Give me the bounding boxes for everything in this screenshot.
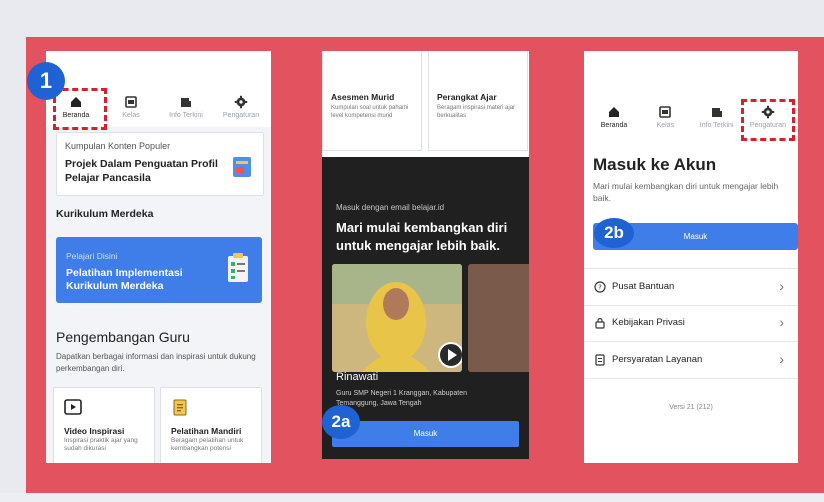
masuk-button[interactable]: Masuk xyxy=(332,421,519,447)
step-badge-2b: 2b xyxy=(594,218,634,248)
nav-pengaturan[interactable]: Pengaturan xyxy=(217,95,265,127)
news-icon xyxy=(711,108,722,117)
help-icon: ? xyxy=(594,281,606,293)
chevron-right-icon: › xyxy=(779,314,784,330)
pelatihan-title: Pelatihan Implementasi Kurikulum Merdeka xyxy=(66,267,183,292)
nav-beranda[interactable]: Beranda xyxy=(590,105,638,145)
popular-content-card[interactable]: Kumpulan Konten Populer Projek Dalam Pen… xyxy=(56,132,264,196)
video-inspirasi-card[interactable]: Video Inspirasi Inspirasi praktik ajar y… xyxy=(53,387,155,463)
login-description: Mari mulai kembangkan diri untuk mengaja… xyxy=(593,181,779,203)
card-title: Asesmen Murid xyxy=(331,92,395,102)
menu-pusat-bantuan[interactable]: ? Pusat Bantuan › xyxy=(584,268,798,306)
pelatihan-mandiri-card[interactable]: Pelatihan Mandiri Beragam pelatihan untu… xyxy=(160,387,262,463)
step-badge-2a: 2a xyxy=(322,405,360,439)
person-name: Rinawati xyxy=(336,371,379,383)
nav-kelas[interactable]: Kelas xyxy=(107,95,155,127)
menu-label: Persyaratan Layanan xyxy=(612,354,703,365)
person-description: Guru SMP Negeri 1 Kranggan, Kabupaten Te… xyxy=(336,390,468,407)
perangkat-ajar-card[interactable]: Perangkat Ajar Beragam inspirasi materi … xyxy=(428,51,528,151)
pengembangan-heading: Pengembangan Guru xyxy=(56,329,190,345)
canvas: Beranda Kelas Info Terkini Pengaturan Ku… xyxy=(0,0,824,502)
nav-label: Info Terkini xyxy=(699,122,734,129)
class-icon xyxy=(125,96,137,108)
book-icon xyxy=(233,157,251,177)
lock-icon xyxy=(595,317,605,329)
nav-label: Kelas xyxy=(656,122,675,129)
card-description: Beragam pelatihan untuk kembangkan poten… xyxy=(171,437,244,452)
nav-label: Pengaturan xyxy=(222,112,260,119)
nav-label: Info Terkini xyxy=(169,112,203,119)
nav-info-terkini[interactable]: Info Terkini xyxy=(693,105,741,145)
asesmen-card[interactable]: Asesmen Murid Kumpulan soal untuk pahami… xyxy=(322,51,422,151)
popular-title: Projek Dalam Penguatan Profil Pelajar Pa… xyxy=(65,158,218,184)
class-icon xyxy=(659,106,672,118)
hero-text: Mari mulai kembangkan diri untuk mengaja… xyxy=(336,220,508,253)
highlight-pengaturan xyxy=(741,99,795,141)
card-description: Beragam inspirasi materi ajar berkualita… xyxy=(437,105,516,119)
menu-label: Kebijakan Privasi xyxy=(612,317,685,328)
nav-label: Beranda xyxy=(600,122,628,129)
email-note: Masuk dengan email belajar.id xyxy=(336,203,445,212)
play-icon xyxy=(448,349,457,361)
teacher-photo[interactable] xyxy=(332,264,462,372)
kurikulum-heading: Kurikulum Merdeka xyxy=(56,208,154,220)
card-title: Perangkat Ajar xyxy=(437,92,497,102)
card-title: Pelatihan Mandiri xyxy=(171,426,242,436)
nav-info-terkini[interactable]: Info Terkini xyxy=(162,95,210,127)
card-title: Video Inspirasi xyxy=(64,426,125,436)
chevron-right-icon: › xyxy=(779,278,784,294)
news-icon xyxy=(181,98,191,107)
top-cards-area: Asesmen Murid Kumpulan soal untuk pahami… xyxy=(322,51,529,157)
bottom-strip xyxy=(0,493,824,502)
menu-kebijakan-privasi[interactable]: Kebijakan Privasi › xyxy=(584,305,798,342)
play-button[interactable] xyxy=(438,342,462,368)
step-badge-1: 1 xyxy=(27,62,65,100)
gear-icon xyxy=(234,95,248,109)
pelatihan-card[interactable]: Pelajari Disini Pelatihan Implementasi K… xyxy=(56,237,262,303)
second-photo[interactable] xyxy=(468,264,529,372)
nav-kelas[interactable]: Kelas xyxy=(641,105,689,145)
clipboard-icon xyxy=(228,253,248,282)
screen-login-promo: Asesmen Murid Kumpulan soal untuk pahami… xyxy=(322,51,529,459)
video-icon xyxy=(64,399,82,415)
pengembangan-description: Dapatkan berbagai informasi dan inspiras… xyxy=(56,352,256,373)
login-title: Masuk ke Akun xyxy=(593,155,717,174)
popular-subtitle: Kumpulan Konten Populer xyxy=(65,141,171,151)
svg-text:?: ? xyxy=(598,284,602,292)
document-icon xyxy=(595,354,605,366)
menu-persyaratan-layanan[interactable]: Persyaratan Layanan › xyxy=(584,342,798,379)
version-text: Versi 21 (212) xyxy=(669,404,713,411)
card-description: Inspirasi praktik ajar yang sudah dikura… xyxy=(64,437,138,452)
pelatihan-subtitle: Pelajari Disini xyxy=(66,251,118,261)
home-icon xyxy=(609,107,619,117)
highlight-beranda xyxy=(53,88,107,130)
button-label: Masuk xyxy=(413,429,438,438)
card-description: Kumpulan soal untuk pahami level kompete… xyxy=(331,105,409,119)
notepad-icon xyxy=(173,399,187,416)
menu-label: Pusat Bantuan xyxy=(612,281,675,292)
chevron-right-icon: › xyxy=(779,351,784,367)
nav-label: Kelas xyxy=(122,112,140,119)
